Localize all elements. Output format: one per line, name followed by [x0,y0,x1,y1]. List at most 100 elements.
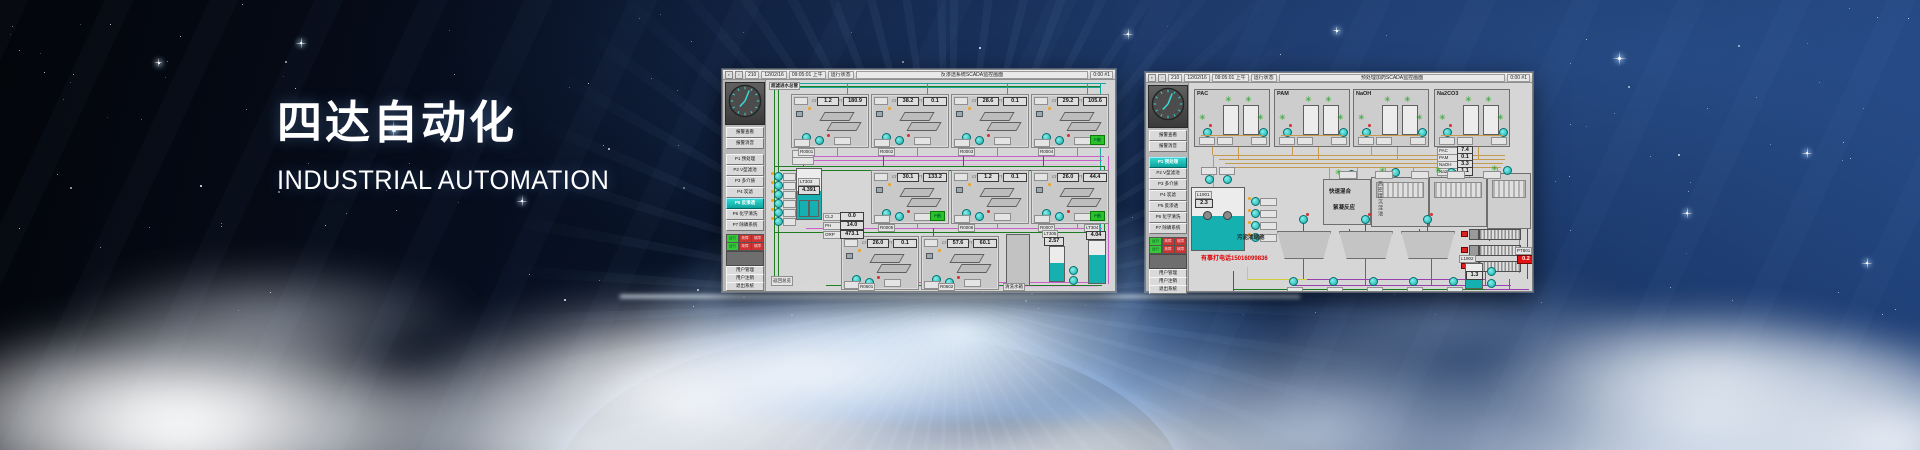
pump-icon[interactable] [1487,267,1496,276]
warn-dot [1248,197,1251,200]
pump-icon[interactable] [774,172,783,181]
pump-icon[interactable] [1223,175,1232,184]
sidebar-bottom-button[interactable]: 退出系统 [1149,285,1187,294]
window-control-button[interactable]: ▪ [725,71,733,79]
pump-icon[interactable] [1289,277,1298,286]
window-control-button[interactable]: ▪ [1148,74,1156,82]
warn-dot [968,183,971,186]
basin-chip [1483,171,1501,179]
pump-icon[interactable] [1205,175,1214,184]
pump-icon[interactable] [1409,277,1418,286]
pump-icon[interactable] [975,136,984,145]
pipe [1360,135,1422,136]
alarm-dot [987,210,990,213]
nav-button-p2[interactable]: P2 V型滤池 [1149,168,1187,179]
alarm-button[interactable]: 报警查看 [726,127,764,138]
pump-icon[interactable] [895,136,904,145]
pump-icon[interactable] [1449,277,1458,286]
valve-icon[interactable] [876,187,883,193]
pump-icon[interactable] [1299,215,1308,224]
nav-button-p6[interactable]: P6 化学清洗 [726,209,764,220]
nav-button-p4[interactable]: P4 炭滤 [726,187,764,198]
nav-button-p7[interactable]: P7 除磷系统 [1149,223,1187,234]
pump-icon[interactable] [895,212,904,221]
valve-icon[interactable] [876,111,883,117]
pump-chip [783,173,796,181]
pump-icon[interactable] [1369,277,1378,286]
alarm-button[interactable]: 报警消音 [726,138,764,149]
settling-basin [1487,173,1531,229]
valve-icon[interactable] [846,253,853,259]
nav-button-p3[interactable]: P3 多介质 [726,176,764,187]
nav-button-p7[interactable]: P7 除磷系统 [726,220,764,231]
ct-value: 29.2 [1057,97,1079,106]
alarm-button[interactable]: 报警消音 [1149,141,1187,152]
pump-icon[interactable] [774,181,783,190]
overview-button[interactable]: 返回总览 [771,276,793,286]
alarm-button[interactable]: 报警查看 [1149,130,1187,141]
sidebar-panel [1149,254,1187,269]
pump-icon[interactable] [1423,215,1432,224]
ft-value: 105.6 [1083,97,1107,106]
titlebar-id: 210 [1168,74,1182,82]
pump-icon[interactable] [1055,212,1064,221]
pump-icon[interactable] [1251,221,1260,230]
pump-icon[interactable] [975,212,984,221]
valve-icon[interactable] [1461,231,1468,237]
pump-icon[interactable] [774,190,783,199]
valve-icon[interactable] [1036,111,1043,117]
sludge-label: 污泥浓缩池 [1237,233,1265,241]
titlebar-runtime: 0:00 #1 [1507,74,1530,82]
pump-start-button[interactable]: P启 [930,211,945,221]
pump-icon[interactable] [1361,215,1370,224]
window-control-button[interactable]: ▫ [735,71,743,79]
clock-icon [728,84,762,123]
tank-mixer[interactable] [1223,211,1232,220]
pump-icon[interactable] [1487,279,1496,288]
skid-name: NaOH [1356,91,1371,97]
valve-icon[interactable] [956,187,963,193]
pump-start-button[interactable]: P启 [1090,211,1105,221]
readout-value: 0.0 [840,212,864,221]
pump-icon[interactable] [774,199,783,208]
valve-icon[interactable] [956,111,963,117]
pump-icon[interactable] [774,208,783,217]
pump-icon[interactable] [1503,166,1512,175]
valve-icon[interactable] [926,253,933,259]
ct-value: 28.6 [977,97,999,106]
pump-icon[interactable] [774,217,783,226]
pump-icon[interactable] [1069,266,1078,275]
valve-icon[interactable] [1036,187,1043,193]
right-tank-value: 1.3 [1466,271,1483,280]
nav-button-p5[interactable]: P5 反渗透 [1149,201,1187,212]
nav-button-p4[interactable]: P4 炭滤 [1149,190,1187,201]
dosing-skid: PAM✳✳✳✳ [1274,89,1350,147]
warn-dot [771,190,774,193]
pump-icon[interactable] [815,136,824,145]
pump-icon[interactable] [1251,209,1260,218]
star [73,74,74,75]
pump-icon[interactable] [1329,277,1338,286]
valve-icon[interactable] [1461,247,1468,253]
ct-value: 1.2 [817,97,839,106]
nav-button-p3[interactable]: P3 多介质 [1149,179,1187,190]
pump-start-button[interactable]: P启 [1090,135,1105,145]
nav-button-p1[interactable]: P1 预处理 [726,154,764,165]
nav-button-p2[interactable]: P2 V型滤池 [726,165,764,176]
pump-icon[interactable] [1055,136,1064,145]
tank-compartment [799,200,809,217]
pipe [1247,267,1248,279]
pump-icon[interactable] [1069,276,1078,285]
sludge-tank [1339,231,1393,259]
nav-button-p1[interactable]: P1 预处理 [1149,157,1187,168]
nav-button-p6[interactable]: P6 化学清洗 [1149,212,1187,223]
valve-icon[interactable] [796,111,803,117]
pump-chip [1260,210,1277,218]
tank-mixer[interactable] [1203,211,1212,220]
basin-chip [1447,171,1465,179]
nav-button-p5[interactable]: P5 反渗透 [726,198,764,209]
sidebar-bottom-button[interactable]: 退出系统 [726,282,764,291]
window-control-button[interactable]: ▫ [1158,74,1166,82]
pump-icon[interactable] [1251,197,1260,206]
pump-chip [783,182,796,190]
